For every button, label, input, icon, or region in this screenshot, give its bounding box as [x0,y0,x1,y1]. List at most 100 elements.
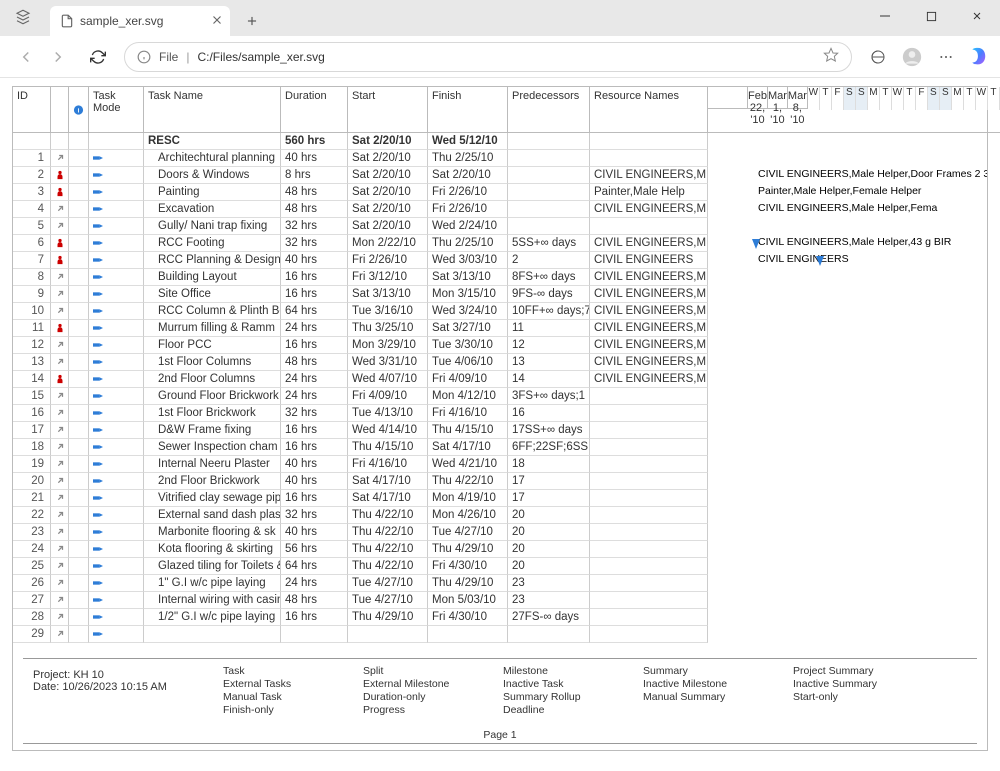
start-cell[interactable] [348,626,428,643]
task-name-cell[interactable]: RCC Planning & Design [144,252,281,269]
duration-cell[interactable]: 48 hrs [281,201,348,218]
duration-cell[interactable]: 16 hrs [281,269,348,286]
start-cell[interactable]: Thu 4/22/10 [348,507,428,524]
resources-cell[interactable]: Painter,Male Help [590,184,708,201]
predecessors-cell[interactable]: 20 [508,524,590,541]
finish-cell[interactable]: Thu 2/25/10 [428,150,508,167]
finish-cell[interactable]: Fri 4/30/10 [428,558,508,575]
start-cell[interactable]: Mon 2/22/10 [348,235,428,252]
start-cell[interactable]: Thu 4/22/10 [348,558,428,575]
row-id[interactable] [13,133,51,150]
finish-cell[interactable]: Sat 2/20/10 [428,167,508,184]
finish-cell[interactable]: Fri 4/09/10 [428,371,508,388]
task-name-cell[interactable]: Painting [144,184,281,201]
row-id[interactable]: 28 [13,609,51,626]
task-name-cell[interactable]: Kota flooring & skirting [144,541,281,558]
row-id[interactable]: 12 [13,337,51,354]
task-name-cell[interactable]: 1" G.I w/c pipe laying [144,575,281,592]
row-id[interactable]: 22 [13,507,51,524]
task-name-cell[interactable]: Ground Floor Brickwork [144,388,281,405]
row-id[interactable]: 1 [13,150,51,167]
duration-cell[interactable]: 48 hrs [281,592,348,609]
finish-cell[interactable]: Wed 3/24/10 [428,303,508,320]
resources-cell[interactable] [590,218,708,235]
resources-cell[interactable] [590,422,708,439]
predecessors-cell[interactable]: 6FF;22SF;6SS [508,439,590,456]
predecessors-cell[interactable]: 17SS+∞ days [508,422,590,439]
predecessors-cell[interactable]: 17 [508,490,590,507]
col-resources[interactable]: Resource Names [590,87,708,133]
forward-button[interactable] [44,43,72,71]
finish-cell[interactable]: Tue 3/30/10 [428,337,508,354]
duration-cell[interactable]: 16 hrs [281,286,348,303]
start-cell[interactable]: Sat 4/17/10 [348,473,428,490]
predecessors-cell[interactable] [508,201,590,218]
task-name-cell[interactable]: 2nd Floor Columns [144,371,281,388]
finish-cell[interactable]: Wed 5/12/10 [428,133,508,150]
predecessors-cell[interactable]: 8FS+∞ days [508,269,590,286]
finish-cell[interactable] [428,626,508,643]
start-cell[interactable]: Thu 4/29/10 [348,609,428,626]
more-icon[interactable] [932,43,960,71]
row-id[interactable]: 6 [13,235,51,252]
task-name-cell[interactable]: 2nd Floor Brickwork [144,473,281,490]
profile-icon[interactable] [898,43,926,71]
resources-cell[interactable] [590,609,708,626]
duration-cell[interactable]: 8 hrs [281,167,348,184]
start-cell[interactable]: Sat 3/13/10 [348,286,428,303]
row-id[interactable]: 20 [13,473,51,490]
duration-cell[interactable]: 32 hrs [281,218,348,235]
row-id[interactable]: 13 [13,354,51,371]
task-name-cell[interactable]: Architechtural planning [144,150,281,167]
finish-cell[interactable]: Fri 4/30/10 [428,609,508,626]
row-id[interactable]: 7 [13,252,51,269]
predecessors-cell[interactable]: 13 [508,354,590,371]
predecessors-cell[interactable]: 11 [508,320,590,337]
duration-cell[interactable]: 16 hrs [281,337,348,354]
finish-cell[interactable]: Fri 2/26/10 [428,184,508,201]
task-name-cell[interactable]: Murrum filling & Ramm [144,320,281,337]
duration-cell[interactable]: 64 hrs [281,558,348,575]
start-cell[interactable]: Fri 4/16/10 [348,456,428,473]
duration-cell[interactable]: 24 hrs [281,320,348,337]
finish-cell[interactable]: Tue 4/27/10 [428,524,508,541]
predecessors-cell[interactable] [508,133,590,150]
start-cell[interactable]: Thu 3/25/10 [348,320,428,337]
start-cell[interactable]: Fri 4/09/10 [348,388,428,405]
resources-cell[interactable]: CIVIL ENGINEERS,M [590,371,708,388]
predecessors-cell[interactable]: 20 [508,541,590,558]
close-tab-icon[interactable] [210,13,224,30]
col-task-mode[interactable]: Task Mode [89,87,144,133]
task-name-cell[interactable]: Vitrified clay sewage pip [144,490,281,507]
resources-cell[interactable] [590,388,708,405]
start-cell[interactable]: Sat 2/20/10 [348,167,428,184]
row-id[interactable]: 21 [13,490,51,507]
start-cell[interactable]: Sat 2/20/10 [348,184,428,201]
resources-cell[interactable]: CIVIL ENGINEERS,M [590,286,708,303]
finish-cell[interactable]: Wed 3/03/10 [428,252,508,269]
predecessors-cell[interactable]: 16 [508,405,590,422]
task-name-cell[interactable]: 1/2" G.I w/c pipe laying [144,609,281,626]
duration-cell[interactable]: 16 hrs [281,490,348,507]
row-id[interactable]: 25 [13,558,51,575]
resources-cell[interactable] [590,558,708,575]
task-name-cell[interactable]: Floor PCC [144,337,281,354]
predecessors-cell[interactable]: 23 [508,575,590,592]
start-cell[interactable]: Tue 4/27/10 [348,575,428,592]
resources-cell[interactable] [590,133,708,150]
row-id[interactable]: 2 [13,167,51,184]
resources-cell[interactable]: CIVIL ENGINEERS,M [590,201,708,218]
start-cell[interactable]: Sat 4/17/10 [348,490,428,507]
start-cell[interactable]: Mon 3/29/10 [348,337,428,354]
predecessors-cell[interactable] [508,167,590,184]
finish-cell[interactable]: Mon 4/12/10 [428,388,508,405]
predecessors-cell[interactable]: 17 [508,473,590,490]
finish-cell[interactable]: Thu 4/29/10 [428,541,508,558]
duration-cell[interactable]: 16 hrs [281,609,348,626]
task-name-cell[interactable]: External sand dash plaste [144,507,281,524]
new-tab-button[interactable] [238,6,266,36]
task-name-cell[interactable]: Marbonite flooring & sk [144,524,281,541]
finish-cell[interactable]: Fri 2/26/10 [428,201,508,218]
refresh-button[interactable] [84,43,112,71]
finish-cell[interactable]: Fri 4/16/10 [428,405,508,422]
